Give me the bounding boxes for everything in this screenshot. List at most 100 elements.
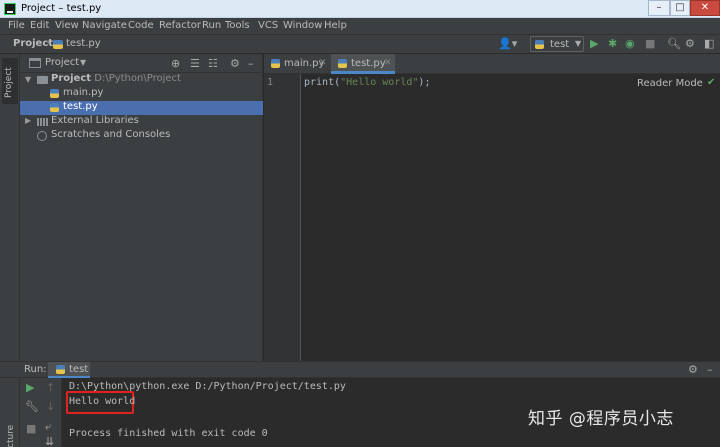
line-number: 1	[267, 77, 274, 88]
project-view-icon	[29, 58, 41, 68]
chevron-right-icon[interactable]: ▶	[25, 116, 31, 125]
code-string: "Hello world"	[340, 77, 419, 88]
menu-vcs[interactable]: VCS	[258, 20, 278, 31]
tree-file-test[interactable]: test.py	[20, 101, 263, 115]
menu-code[interactable]: Code	[128, 20, 154, 31]
bottom-left-strip: cture	[0, 378, 20, 447]
search-icon[interactable]: 🔍︎	[667, 37, 681, 51]
settings-icon[interactable]: ⚙	[685, 37, 695, 51]
tree-root-project[interactable]: ▼ Project D:\Python\Project	[20, 73, 263, 87]
check-icon[interactable]: ✔	[707, 77, 715, 88]
expand-all-icon[interactable]: ☰	[190, 57, 200, 70]
console-output-line: Hello world	[69, 396, 136, 407]
project-panel: Project ▼ ⊕ ☰ ☷ ⚙ – ▼ Project D:\Python\…	[20, 54, 263, 361]
libraries-icon	[37, 118, 48, 126]
menu-run[interactable]: Run	[202, 20, 221, 31]
structure-tool-tab[interactable]: cture	[6, 425, 16, 447]
tree-item-label: Scratches and Consoles	[51, 129, 171, 140]
python-file-icon	[53, 40, 63, 49]
project-view-select[interactable]: Project	[45, 57, 79, 68]
zhihu-watermark: 知乎 @程序员小志	[528, 409, 674, 429]
close-window-button[interactable]: ✕	[690, 0, 720, 16]
wrench-icon[interactable]: 🔧︎	[25, 401, 39, 413]
run-tab-label: test	[69, 364, 89, 375]
minimize-icon[interactable]: –	[248, 57, 254, 70]
project-root-name: Project	[51, 73, 92, 84]
pycharm-app-icon	[4, 3, 16, 15]
tree-file-main[interactable]: main.py	[20, 87, 263, 101]
editor-tab-bar: main.py ✕ test.py ✕	[264, 54, 720, 74]
code-line[interactable]: print("Hello world");	[304, 77, 430, 88]
run-panel-header: Run: test ⚙ –	[0, 361, 720, 378]
tool-window-icon[interactable]: ◧	[704, 37, 714, 51]
breadcrumb-separator: ›	[46, 38, 50, 49]
python-file-icon	[50, 103, 59, 112]
run-label: Run:	[24, 364, 47, 375]
chevron-down-icon[interactable]: ▼	[80, 58, 86, 67]
up-icon[interactable]: ↑	[46, 382, 55, 394]
menu-help[interactable]: Help	[324, 20, 347, 31]
reader-mode-toggle[interactable]: Reader Mode	[637, 78, 703, 89]
tab-test-py[interactable]: test.py ✕	[331, 54, 395, 74]
project-root-path: D:\Python\Project	[94, 73, 181, 84]
python-file-icon	[271, 59, 280, 68]
minimize-window-button[interactable]: –	[648, 0, 670, 16]
down-icon[interactable]: ↓	[46, 401, 55, 413]
code-end: );	[418, 77, 431, 88]
run-icon[interactable]: ▶	[590, 37, 598, 51]
navigation-bar: Project › test.py 👤▾ test ▼ ▶ ✱ ◉ ■ 🔍︎ ⚙…	[0, 35, 720, 54]
folder-icon	[37, 76, 48, 84]
rerun-icon[interactable]: ▶	[26, 382, 34, 394]
scratches-icon	[37, 131, 47, 141]
python-file-icon	[56, 365, 65, 374]
run-tab-test[interactable]: test	[48, 362, 90, 378]
gear-icon[interactable]: ⚙	[688, 363, 698, 376]
stop-icon[interactable]: ■	[26, 423, 36, 435]
maximize-window-button[interactable]: □	[670, 0, 690, 16]
run-configuration-select[interactable]: test ▼	[530, 36, 584, 52]
breadcrumb-file[interactable]: test.py	[66, 38, 101, 49]
tab-main-py[interactable]: main.py ✕	[264, 54, 330, 74]
python-file-icon	[338, 59, 347, 68]
close-tab-icon[interactable]: ✕	[319, 58, 327, 68]
python-file-icon	[50, 89, 59, 98]
tree-file-label: test.py	[63, 101, 98, 112]
coverage-icon[interactable]: ◉	[625, 37, 635, 51]
tab-label: test.py	[351, 58, 386, 69]
project-tool-tab[interactable]: Project	[2, 58, 18, 104]
console-exit-line: Process finished with exit code 0	[69, 428, 268, 439]
collapse-all-icon[interactable]: ☷	[208, 57, 218, 70]
debug-icon[interactable]: ✱	[608, 37, 617, 51]
tree-scratches[interactable]: Scratches and Consoles	[20, 129, 263, 143]
tree-item-label: External Libraries	[51, 115, 139, 126]
window-title-bar: Project – test.py – □ ✕	[0, 0, 720, 18]
menu-navigate[interactable]: Navigate	[82, 20, 127, 31]
editor-gutter: 1	[264, 74, 301, 361]
project-panel-header: Project ▼ ⊕ ☰ ☷ ⚙ –	[20, 54, 263, 73]
tree-file-label: main.py	[63, 87, 104, 98]
menu-file[interactable]: File	[8, 20, 25, 31]
tree-external-libraries[interactable]: ▶ External Libraries	[20, 115, 263, 129]
stop-icon[interactable]: ■	[645, 37, 655, 51]
left-tool-strip: Project	[0, 54, 20, 361]
menu-window[interactable]: Window	[283, 20, 322, 31]
project-tool-tab-label: Project	[4, 67, 14, 98]
minimize-icon[interactable]: –	[707, 363, 713, 376]
menu-refactor[interactable]: Refactor	[159, 20, 201, 31]
menu-view[interactable]: View	[55, 20, 79, 31]
close-tab-icon[interactable]: ✕	[384, 58, 392, 68]
menu-edit[interactable]: Edit	[30, 20, 49, 31]
scroll-end-icon[interactable]: ⇊	[45, 436, 54, 447]
user-icon[interactable]: 👤▾	[498, 37, 517, 51]
menu-tools[interactable]: Tools	[225, 20, 250, 31]
soft-wrap-icon[interactable]: ⤶	[45, 421, 51, 433]
python-file-icon	[535, 40, 544, 49]
locate-icon[interactable]: ⊕	[171, 57, 180, 70]
chevron-down-icon: ▼	[575, 39, 582, 48]
tree-root-label: Project D:\Python\Project	[51, 73, 181, 84]
gear-icon[interactable]: ⚙	[230, 57, 240, 70]
run-configuration-label: test	[550, 39, 570, 50]
window-title: Project – test.py	[21, 3, 102, 14]
code-editor[interactable]: 1 print("Hello world"); Reader Mode ✔	[264, 74, 720, 361]
chevron-down-icon[interactable]: ▼	[25, 75, 31, 84]
